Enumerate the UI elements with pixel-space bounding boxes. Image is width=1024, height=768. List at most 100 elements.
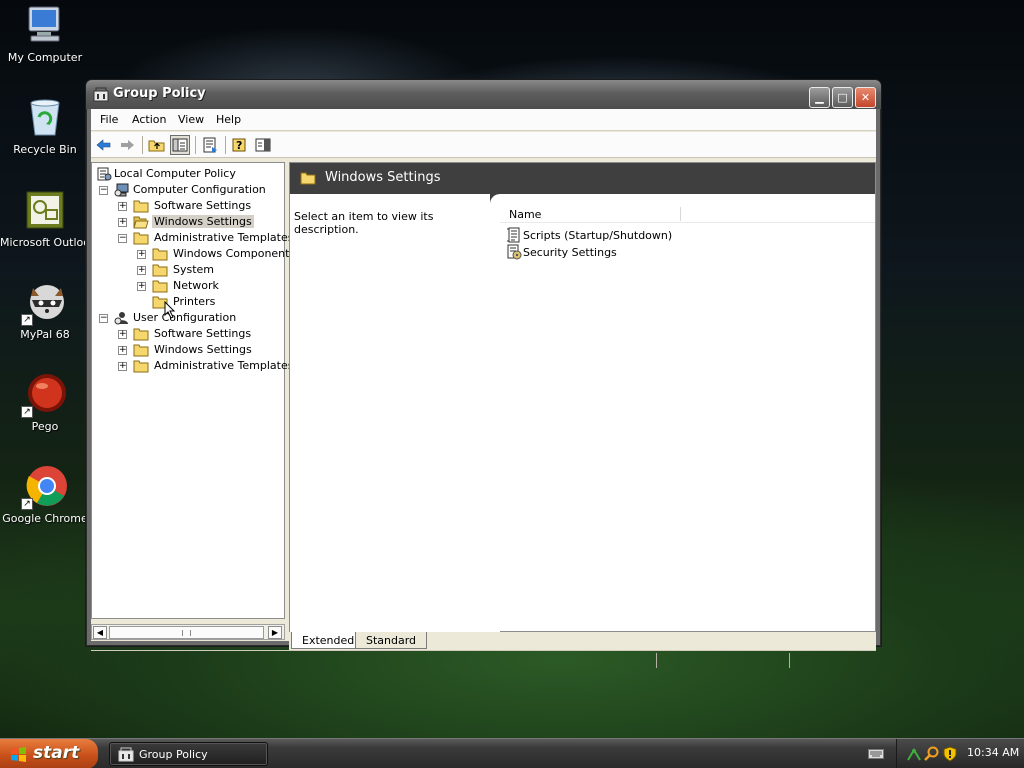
desktop-icon-outlook[interactable]: Microsoft Outloo: [0, 188, 90, 249]
security-shield-icon[interactable]: [942, 746, 958, 762]
back-button[interactable]: [94, 135, 114, 155]
folder-icon: [152, 279, 168, 293]
desktop-icon-label: Google Chrome: [2, 512, 88, 525]
taskbar-button-group-policy[interactable]: Group Policy: [109, 742, 268, 766]
group-policy-icon: [118, 747, 134, 762]
tree-horizontal-scrollbar[interactable]: ◀ ▶: [91, 624, 285, 640]
toolbar-separator: [225, 136, 226, 154]
export-list-button[interactable]: [200, 135, 220, 155]
tree-node-label: Computer Configuration: [133, 183, 266, 196]
desktop-icon-pego[interactable]: ↗ Pego: [0, 372, 90, 433]
scroll-thumb[interactable]: [109, 626, 264, 639]
shortcut-arrow-icon: ↗: [21, 498, 33, 510]
details-pane: Windows Settings Select an item to view …: [289, 162, 876, 632]
clock[interactable]: 10:34 AM: [967, 746, 1019, 759]
help-button[interactable]: ?: [230, 135, 250, 155]
windows-logo-icon: [10, 746, 27, 763]
list-item-label: Security Settings: [523, 246, 617, 259]
tree-node-label: System: [173, 263, 215, 276]
back-arrow-icon: [96, 139, 111, 151]
console-tree[interactable]: Local Computer Policy − Computer Configu…: [91, 162, 295, 619]
description-area: Select an item to view its description.: [290, 194, 500, 632]
expand-icon[interactable]: +: [118, 202, 127, 211]
menu-file[interactable]: File: [100, 113, 118, 126]
expand-icon[interactable]: +: [137, 250, 146, 259]
folder-icon: [133, 327, 149, 341]
details-header-title: Windows Settings: [325, 170, 441, 185]
expand-icon[interactable]: +: [118, 330, 127, 339]
network-icon[interactable]: [906, 746, 922, 762]
scroll-right-icon: ▶: [271, 628, 279, 637]
start-button[interactable]: start: [0, 739, 98, 768]
expand-icon[interactable]: +: [118, 346, 127, 355]
pane-corner: [490, 194, 500, 204]
view-tabs: Extended Standard: [289, 632, 876, 650]
desktop-icon-label: Recycle Bin: [13, 143, 77, 156]
computer-config-icon: [114, 183, 130, 197]
desktop-icon-recycle-bin[interactable]: Recycle Bin: [0, 95, 90, 156]
desktop-icon-mypal[interactable]: ↗ MyPal 68: [0, 280, 90, 341]
policy-icon: [96, 167, 112, 181]
expand-icon[interactable]: +: [118, 362, 127, 371]
toolbar-separator: [142, 136, 143, 154]
title-bar[interactable]: Group Policy ▁ □ ✕: [86, 80, 881, 109]
menu-view[interactable]: View: [178, 113, 204, 126]
chrome-icon: ↗: [21, 464, 67, 510]
desktop-icon-label: MyPal 68: [20, 328, 70, 341]
maximize-button[interactable]: □: [832, 87, 853, 108]
tree-node-label: Windows Settings: [152, 215, 254, 228]
open-folder-icon: [133, 215, 149, 229]
column-header: Name: [500, 204, 875, 223]
help-icon: ?: [232, 138, 246, 152]
taskbar: start Group Policy 10:34 AM: [0, 738, 1024, 768]
show-hide-action-pane-button[interactable]: [253, 135, 273, 155]
group-policy-icon: [93, 87, 109, 102]
action-pane-icon: [255, 138, 271, 152]
menu-bar: File Action View Help: [91, 109, 876, 131]
keyboard-icon[interactable]: [868, 748, 884, 760]
toolbar: ?: [91, 132, 876, 158]
folder-icon: [133, 231, 149, 245]
column-divider[interactable]: [680, 207, 681, 221]
collapse-icon[interactable]: −: [99, 186, 108, 195]
search-icon[interactable]: [924, 746, 940, 762]
tree-node-label: Windows Components: [173, 247, 296, 260]
status-bar-segment: [789, 653, 790, 668]
expand-icon[interactable]: +: [118, 218, 127, 227]
user-config-icon: [114, 311, 130, 325]
window-title: Group Policy: [113, 86, 206, 101]
up-one-level-button[interactable]: [147, 135, 167, 155]
scroll-right-button[interactable]: ▶: [268, 626, 282, 639]
desktop-icon-label: Microsoft Outloo: [0, 236, 91, 249]
scroll-left-button[interactable]: ◀: [93, 626, 107, 639]
desktop-icon-my-computer[interactable]: My Computer: [0, 3, 90, 64]
show-hide-tree-button[interactable]: [170, 135, 190, 155]
shortcut-arrow-icon: ↗: [21, 314, 33, 326]
desktop-icon-chrome[interactable]: ↗ Google Chrome: [0, 464, 90, 525]
close-button[interactable]: ✕: [855, 87, 876, 108]
folder-icon: [152, 263, 168, 277]
collapse-icon[interactable]: −: [118, 234, 127, 243]
close-icon: ✕: [860, 91, 871, 104]
folder-icon: [133, 343, 149, 357]
item-list: Name Scripts (Startup/Shutdown) Security…: [500, 194, 875, 632]
collapse-icon[interactable]: −: [99, 314, 108, 323]
expand-icon[interactable]: +: [137, 282, 146, 291]
my-computer-icon: [23, 3, 67, 47]
menu-help[interactable]: Help: [216, 113, 241, 126]
forward-button[interactable]: [117, 135, 137, 155]
tree-node-label: Administrative Templates: [154, 231, 294, 244]
console-tree-icon: [172, 138, 188, 152]
column-header-name[interactable]: Name: [509, 208, 541, 221]
minimize-button[interactable]: ▁: [809, 87, 830, 108]
tree-node-label: Windows Settings: [154, 343, 252, 356]
desktop-icon-label: Pego: [31, 420, 59, 433]
group-policy-window: Group Policy ▁ □ ✕ File Action View Help: [85, 79, 882, 668]
details-header: Windows Settings: [290, 163, 875, 194]
expand-icon[interactable]: +: [137, 266, 146, 275]
menu-action[interactable]: Action: [132, 113, 166, 126]
tab-standard[interactable]: Standard: [355, 632, 428, 649]
mouse-cursor-icon: [164, 300, 176, 322]
security-settings-icon: [506, 244, 522, 260]
minimize-icon: ▁: [815, 91, 824, 104]
